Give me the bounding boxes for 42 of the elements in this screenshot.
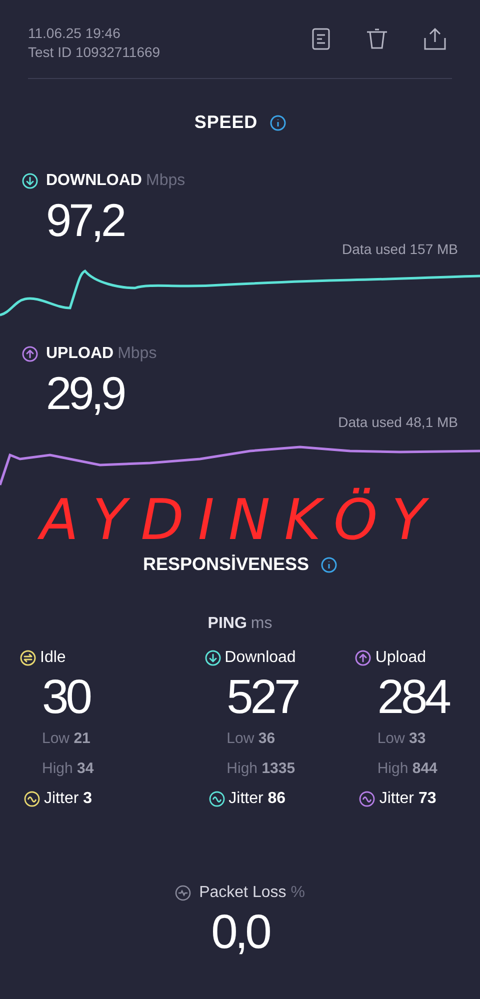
info-icon[interactable] [270, 114, 286, 130]
ping-low: Low 21 [41, 729, 92, 749]
data-used: Data used 48,1 MB [338, 413, 458, 432]
document-icon[interactable] [312, 28, 330, 50]
metric-label: DOWNLOAD [46, 171, 142, 191]
section-title: RESPONSİVENESS [142, 553, 310, 576]
ping-low: Low 36 [226, 729, 276, 749]
pulse-icon [175, 885, 192, 901]
ping-high: High 34 [41, 758, 95, 778]
ping-type: Idle [40, 648, 66, 668]
jitter: Jitter 86 [228, 789, 286, 809]
ping-unit: ms [250, 614, 272, 634]
ping-label: PING [208, 614, 247, 634]
jitter: Jitter 3 [44, 789, 92, 809]
section-title: SPEED [194, 111, 258, 134]
share-icon[interactable] [424, 28, 446, 50]
metric-label: UPLOAD [46, 344, 114, 364]
ping-type: Upload [375, 648, 426, 668]
metric-value: 29,9 [46, 366, 124, 420]
ping-value: 527 [226, 670, 298, 726]
packet-loss-label: Packet Loss % [199, 883, 305, 903]
download-icon [204, 650, 221, 666]
ping-value: 30 [42, 670, 90, 726]
ping-high: High 844 [376, 758, 438, 778]
upload-icon [355, 650, 372, 666]
test-id: Test ID 10932711669 [28, 43, 160, 62]
packet-loss-value: 0,0 [211, 905, 269, 961]
ping-type: Download [224, 648, 296, 668]
upload-icon [22, 346, 38, 362]
metric-value: 97,2 [46, 193, 124, 247]
ping-low: Low 33 [376, 729, 427, 749]
info-icon[interactable] [321, 556, 338, 572]
download-icon [22, 173, 38, 189]
test-date: 11.06.25 19:46 [28, 24, 122, 43]
jitter: Jitter 73 [379, 789, 436, 809]
trash-icon[interactable] [366, 28, 388, 50]
arrows-icon [20, 650, 36, 666]
ping-value: 284 [377, 670, 448, 726]
ping-high: High 1335 [226, 758, 296, 778]
metric-unit: Mbps [146, 171, 186, 191]
data-used: Data used 157 MB [342, 240, 458, 259]
metric-unit: Mbps [118, 344, 157, 364]
